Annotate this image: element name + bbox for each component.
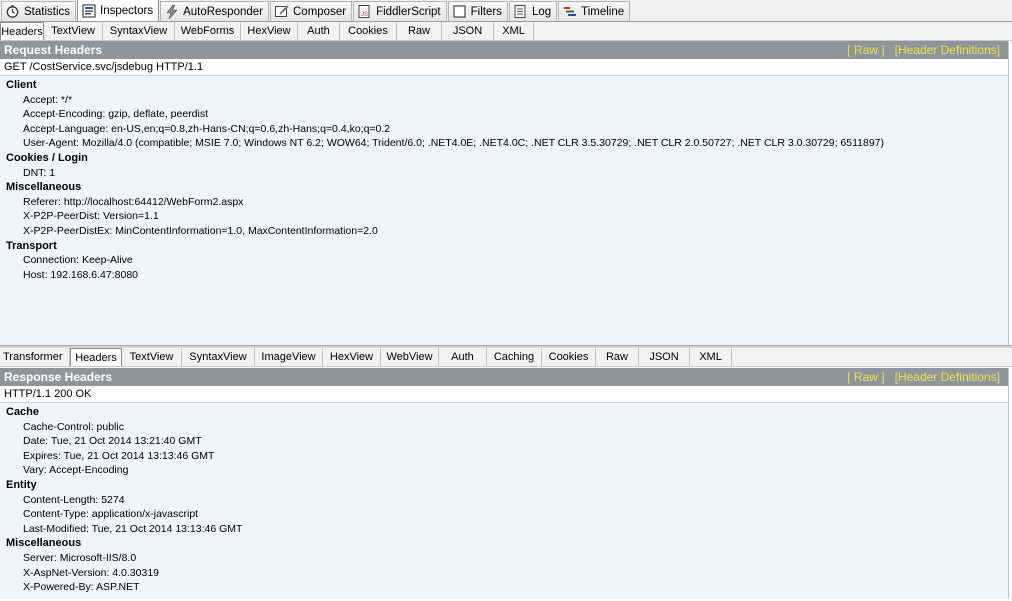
tab-filters[interactable]: Filters [447, 1, 508, 21]
header-item[interactable]: Referer: http://localhost:64412/WebForm2… [6, 195, 1008, 210]
req-tab-headers[interactable]: Headers [0, 22, 44, 40]
header-item[interactable]: X-P2P-PeerDistEx: MinContentInformation=… [6, 224, 1008, 239]
stopwatch-icon [5, 5, 20, 19]
header-item[interactable]: User-Agent: Mozilla/4.0 (compatible; MSI… [6, 136, 1008, 151]
resp-tab-headers[interactable]: Headers [70, 348, 122, 366]
response-headers-panel: Response Headers [ Raw ] [Header Definit… [0, 368, 1009, 599]
tab-inspectors[interactable]: Inspectors [77, 0, 160, 21]
header-item[interactable]: Expires: Tue, 21 Oct 2014 13:13:46 GMT [6, 449, 1008, 464]
tab-composer[interactable]: Composer [270, 1, 353, 21]
resp-tab-hexview[interactable]: HexView [323, 348, 381, 366]
request-header-definitions-link[interactable]: [Header Definitions] [895, 43, 1000, 57]
group-cache[interactable]: Cache [6, 405, 1008, 420]
resp-tab-syntaxview[interactable]: SyntaxView [182, 348, 255, 366]
req-tab-auth[interactable]: Auth [298, 22, 340, 40]
header-item[interactable]: Server: Microsoft-IIS/8.0 [6, 551, 1008, 566]
inspectors-icon [81, 4, 96, 18]
header-item[interactable]: Accept-Language: en-US,en;q=0.8,zh-Hans-… [6, 122, 1008, 137]
response-headers-title: Response Headers [4, 370, 113, 384]
request-header-tree: Client Accept: */* Accept-Encoding: gzip… [0, 76, 1008, 282]
header-item[interactable]: X-P2P-PeerDist: Version=1.1 [6, 209, 1008, 224]
header-item[interactable]: DNT: 1 [6, 166, 1008, 181]
resp-tab-transformer[interactable]: Transformer [0, 348, 70, 366]
group-entity[interactable]: Entity [6, 478, 1008, 493]
tab-label: AutoResponder [183, 5, 263, 18]
top-tab-bar: Statistics Inspectors AutoResponder Comp… [0, 0, 1012, 22]
req-tab-webforms[interactable]: WebForms [175, 22, 241, 40]
header-item[interactable]: Connection: Keep-Alive [6, 253, 1008, 268]
tab-timeline[interactable]: Timeline [558, 1, 631, 21]
header-item[interactable]: Date: Tue, 21 Oct 2014 13:21:40 GMT [6, 434, 1008, 449]
group-miscellaneous[interactable]: Miscellaneous [6, 180, 1008, 195]
resp-tab-auth[interactable]: Auth [439, 348, 487, 366]
composer-icon [274, 5, 289, 19]
tab-label: Statistics [24, 5, 71, 18]
resp-tab-json[interactable]: JSON [639, 348, 690, 366]
tab-label: Inspectors [100, 4, 154, 17]
response-header-tree: Cache Cache-Control: public Date: Tue, 2… [0, 403, 1008, 595]
request-line: GET /CostService.svc/jsdebug HTTP/1.1 [0, 59, 1008, 76]
group-client[interactable]: Client [6, 78, 1008, 93]
resp-tab-cookies[interactable]: Cookies [542, 348, 596, 366]
request-view-tabs: Headers TextView SyntaxView WebForms Hex… [0, 22, 1012, 41]
tab-label: Timeline [581, 5, 625, 18]
request-raw-link[interactable]: [ Raw ] [847, 43, 884, 57]
header-item[interactable]: Last-Modified: Tue, 21 Oct 2014 13:13:46… [6, 522, 1008, 537]
tab-statistics[interactable]: Statistics [1, 1, 77, 21]
response-header-definitions-link[interactable]: [Header Definitions] [895, 370, 1000, 384]
tab-label: Log [531, 5, 552, 18]
header-item[interactable]: Content-Length: 5274 [6, 493, 1008, 508]
timeline-icon [562, 5, 577, 19]
response-view-tabs: Transformer Headers TextView SyntaxView … [0, 348, 1012, 367]
request-headers-title: Request Headers [4, 43, 103, 57]
resp-tab-xml[interactable]: XML [690, 348, 732, 366]
status-line: HTTP/1.1 200 OK [0, 386, 1008, 403]
response-headers-bar: Response Headers [ Raw ] [Header Definit… [0, 368, 1008, 386]
tab-autoresponder[interactable]: AutoResponder [160, 1, 269, 21]
request-headers-panel: Request Headers [ Raw ] [Header Definiti… [0, 41, 1009, 345]
resp-tab-caching[interactable]: Caching [487, 348, 542, 366]
header-item[interactable]: Accept-Encoding: gzip, deflate, peerdist [6, 107, 1008, 122]
tab-log[interactable]: Log [508, 1, 558, 21]
tab-label: Filters [470, 5, 502, 18]
lightning-icon [164, 4, 179, 19]
header-item[interactable]: Vary: Accept-Encoding [6, 463, 1008, 478]
script-icon: JS [357, 4, 372, 19]
header-item[interactable]: X-AspNet-Version: 4.0.30319 [6, 566, 1008, 581]
response-raw-link[interactable]: [ Raw ] [847, 370, 884, 384]
header-item[interactable]: Host: 192.168.6.47:8080 [6, 268, 1008, 283]
header-item[interactable]: Content-Type: application/x-javascript [6, 507, 1008, 522]
log-icon [513, 5, 528, 19]
header-item[interactable]: Cache-Control: public [6, 420, 1008, 435]
tab-label: Composer [293, 5, 347, 18]
req-tab-xml[interactable]: XML [494, 22, 534, 40]
tab-fiddlerscript[interactable]: JS FiddlerScript [353, 1, 447, 21]
tab-label: FiddlerScript [376, 5, 441, 18]
req-tab-textview[interactable]: TextView [44, 22, 103, 40]
req-tab-raw[interactable]: Raw [397, 22, 442, 40]
req-tab-hexview[interactable]: HexView [241, 22, 298, 40]
request-headers-bar: Request Headers [ Raw ] [Header Definiti… [0, 41, 1008, 59]
header-item[interactable]: Accept: */* [6, 93, 1008, 108]
req-tab-cookies[interactable]: Cookies [340, 22, 397, 40]
resp-tab-webview[interactable]: WebView [381, 348, 439, 366]
resp-tab-textview[interactable]: TextView [122, 348, 182, 366]
group-transport[interactable]: Transport [6, 239, 1008, 254]
group-miscellaneous[interactable]: Miscellaneous [6, 536, 1008, 551]
resp-tab-imageview[interactable]: ImageView [255, 348, 323, 366]
header-item[interactable]: X-Powered-By: ASP.NET [6, 580, 1008, 595]
resp-tab-raw[interactable]: Raw [596, 348, 639, 366]
req-tab-syntaxview[interactable]: SyntaxView [103, 22, 175, 40]
checkbox-icon [452, 5, 467, 19]
svg-text:JS: JS [361, 12, 368, 18]
req-tab-json[interactable]: JSON [442, 22, 494, 40]
group-cookies-login[interactable]: Cookies / Login [6, 151, 1008, 166]
